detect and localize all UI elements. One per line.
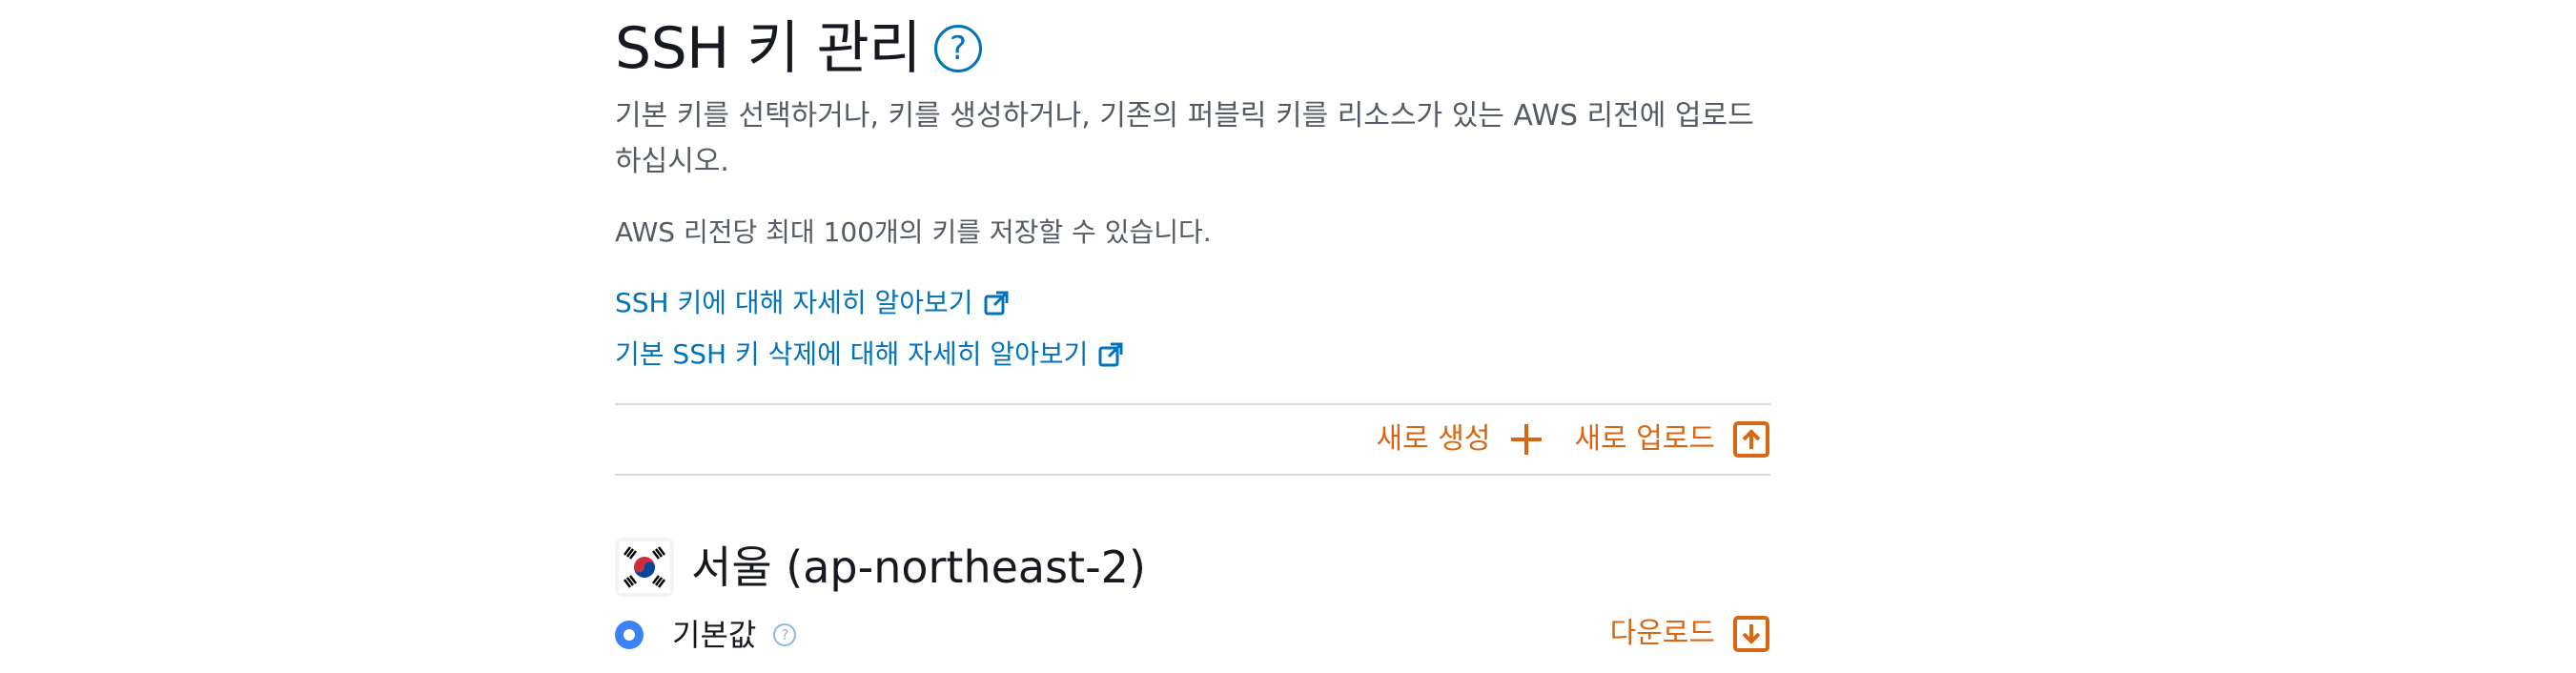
south-korea-flag-icon xyxy=(615,538,674,597)
upload-new-key-button[interactable]: 새로 업로드 xyxy=(1574,418,1770,461)
radio-selected-dot xyxy=(624,629,635,641)
learn-ssh-keys-link[interactable]: SSH 키에 대해 자세히 알아보기 xyxy=(615,284,1010,322)
default-key-label: 기본값 xyxy=(672,617,757,653)
page-description: 기본 키를 선택하거나, 키를 생성하거나, 기존의 퍼블릭 키를 리소스가 있… xyxy=(615,99,1754,178)
key-limit-text: AWS 리전당 최대 100개의 키를 저장할 수 있습니다. xyxy=(615,216,1212,248)
default-key-row: 기본값 ? xyxy=(615,614,797,656)
external-link-icon xyxy=(984,291,1009,316)
create-new-key-label: 새로 생성 xyxy=(1376,422,1491,456)
learn-delete-default-key-link-label: 기본 SSH 키 삭제에 대해 자세히 알아보기 xyxy=(615,338,1089,370)
download-key-button[interactable]: 다운로드 xyxy=(1610,612,1770,656)
upload-icon xyxy=(1733,421,1769,458)
default-key-radio[interactable] xyxy=(615,621,644,649)
download-key-label: 다운로드 xyxy=(1609,617,1715,650)
ssh-key-panel: SSH 키 관리 ? 기본 키를 선택하거나, 키를 생성하거나, 기존의 퍼블… xyxy=(615,0,1770,673)
plus-icon xyxy=(1511,424,1543,455)
region-name: 서울 (ap-northeast-2) xyxy=(691,541,1146,593)
page-title: SSH 키 관리 xyxy=(615,15,922,82)
region-header: 서울 (ap-northeast-2) xyxy=(615,534,1146,601)
divider-bottom xyxy=(615,474,1770,476)
create-new-key-button[interactable]: 새로 생성 xyxy=(1377,418,1546,461)
learn-delete-default-key-link[interactable]: 기본 SSH 키 삭제에 대해 자세히 알아보기 xyxy=(615,336,1124,374)
upload-new-key-label: 새로 업로드 xyxy=(1574,422,1715,456)
download-icon xyxy=(1733,616,1769,652)
external-link-icon xyxy=(1098,342,1123,367)
key-actions: 새로 생성 새로 업로드 xyxy=(1377,418,1770,461)
learn-ssh-keys-link-label: SSH 키에 대해 자세히 알아보기 xyxy=(615,287,973,318)
page-header: SSH 키 관리 ? xyxy=(615,13,983,84)
question-circle-icon[interactable]: ? xyxy=(773,623,797,646)
question-circle-icon[interactable]: ? xyxy=(934,25,983,72)
divider-top xyxy=(615,403,1770,405)
